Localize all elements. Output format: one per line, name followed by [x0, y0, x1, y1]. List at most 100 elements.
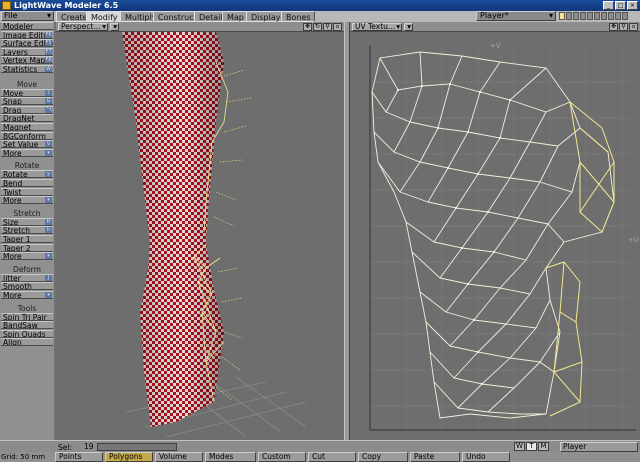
- tool-label: Stretch: [3, 226, 31, 235]
- tool-stretch[interactable]: Stretch h: [1, 226, 53, 235]
- grid-label: Grid:: [1, 453, 19, 461]
- points-button[interactable]: Points: [55, 452, 103, 462]
- wtm-buttons: WTM: [514, 442, 549, 451]
- tool-align[interactable]: Align: [1, 338, 53, 347]
- layer-button[interactable]: [566, 12, 572, 20]
- shortcut-key: y: [45, 171, 52, 178]
- title-bar: LightWave Modeler 6.5 _ □ ×: [0, 0, 640, 11]
- tab-display[interactable]: Display: [246, 11, 285, 22]
- tool-more[interactable]: More ▾: [1, 196, 53, 205]
- view-mode-select[interactable]: UV Textu... ▾: [352, 23, 402, 31]
- layer-button[interactable]: [580, 12, 586, 20]
- tool-spin-tri-pair[interactable]: Spin Tri Pair: [1, 312, 53, 321]
- info-slider[interactable]: [97, 443, 177, 451]
- section-heading: Rotate: [14, 161, 40, 171]
- modes-button[interactable]: Modes: [205, 452, 256, 462]
- zoom-view-icon[interactable]: ⚲: [323, 23, 332, 31]
- layer-button[interactable]: [615, 12, 621, 20]
- tool-set-value[interactable]: Set Value V: [1, 140, 53, 149]
- shortcut-key: ▾: [45, 253, 52, 260]
- minimize-icon[interactable]: _: [603, 1, 614, 10]
- tool-drag[interactable]: Drag ^t: [1, 105, 53, 114]
- mode-button-t[interactable]: T: [526, 442, 537, 451]
- shortcut-key: t: [45, 89, 52, 96]
- view-mode-select[interactable]: Perspect... ▾: [58, 23, 108, 31]
- tool-layers[interactable]: Layers F7: [1, 47, 53, 56]
- tool-bandsaw[interactable]: BandSaw: [1, 321, 53, 330]
- render-mode-select[interactable]: ▾: [404, 23, 413, 31]
- tool-taper-2[interactable]: Taper 2: [1, 243, 53, 252]
- bottom-toolbar: Grid: 50 mm Points Polygons Volume Modes Cus…: [0, 452, 640, 462]
- move-view-icon[interactable]: ✥: [303, 23, 312, 31]
- window-controls: _ □ ×: [603, 1, 638, 10]
- render-mode-select[interactable]: ▾: [110, 23, 119, 31]
- undo-button[interactable]: Undo: [462, 452, 510, 462]
- copy-button[interactable]: Copy: [358, 452, 408, 462]
- polygons-button[interactable]: Polygons: [105, 452, 153, 462]
- tool-surface-editor[interactable]: Surface Editor F5: [1, 39, 53, 48]
- rotate-view-icon[interactable]: ↻: [313, 23, 322, 31]
- tool-smooth[interactable]: Smooth: [1, 282, 53, 291]
- tool-move[interactable]: Move t: [1, 88, 53, 97]
- tool-snap[interactable]: Snap G: [1, 97, 53, 106]
- maximize-view-icon[interactable]: ▫: [333, 23, 342, 31]
- tool-bend[interactable]: Bend: [1, 179, 53, 187]
- volume-button[interactable]: Volume: [155, 452, 203, 462]
- layer-button[interactable]: [587, 12, 593, 20]
- tool-spin-quads[interactable]: Spin Quads: [1, 329, 53, 338]
- tool-more[interactable]: More ▾: [1, 291, 53, 299]
- layer-select-status[interactable]: Player: [560, 442, 638, 452]
- viewport-nav: ✥ ↻ ⚲ ▫: [303, 23, 342, 31]
- tool-image-editor[interactable]: Image Editor F6: [1, 30, 53, 39]
- viewport-header: UV Textu... ▾ ▾ ✥ ⚲ ▫: [350, 22, 640, 32]
- layer-button[interactable]: [559, 12, 565, 20]
- tool-modeler[interactable]: Modeler: [1, 22, 53, 30]
- chevron-down-icon: ▾: [407, 22, 411, 31]
- maximize-view-icon[interactable]: ▫: [629, 23, 638, 31]
- layer-button[interactable]: [594, 12, 600, 20]
- chevron-down-icon: ▾: [102, 22, 106, 31]
- layer-select[interactable]: Player* ▾: [476, 11, 556, 21]
- layer-button[interactable]: [573, 12, 579, 20]
- zoom-view-icon[interactable]: ⚲: [619, 23, 628, 31]
- perspective-canvas: [122, 32, 307, 438]
- tool-label: More: [3, 291, 22, 299]
- tool-label: Taper 1: [3, 235, 31, 243]
- tool-size[interactable]: Size H: [1, 217, 53, 226]
- maximize-icon[interactable]: □: [615, 1, 626, 10]
- tool-label: Taper 2: [3, 243, 31, 252]
- tool-taper-1[interactable]: Taper 1: [1, 235, 53, 243]
- uv-viewport[interactable]: UV Textu... ▾ ▾ ✥ ⚲ ▫ +V +U: [350, 22, 640, 440]
- view-mode-label: UV Textu...: [355, 22, 396, 31]
- paste-button[interactable]: Paste: [410, 452, 460, 462]
- move-view-icon[interactable]: ✥: [609, 23, 618, 31]
- layer-button[interactable]: [608, 12, 614, 20]
- tab-modify[interactable]: Modify: [86, 11, 122, 22]
- layer-button[interactable]: [622, 12, 628, 20]
- section-heading: Move: [16, 79, 38, 89]
- cut-button[interactable]: Cut: [308, 452, 356, 462]
- tool-rotate[interactable]: Rotate y: [1, 170, 53, 179]
- tool-label: Jitter: [3, 273, 21, 282]
- mode-button-w[interactable]: W: [514, 442, 525, 451]
- chevron-down-icon: ▾: [113, 22, 117, 31]
- tool-more[interactable]: More ▾: [1, 252, 53, 261]
- tool-more[interactable]: More ▾: [1, 148, 53, 157]
- perspective-viewport[interactable]: Perspect... ▾ ▾ ✥ ↻ ⚲ ▫: [56, 22, 344, 440]
- mode-button-m[interactable]: M: [538, 442, 549, 451]
- tab-map[interactable]: Map: [222, 11, 248, 22]
- tab-bones[interactable]: Bones: [281, 11, 315, 22]
- tool-magnet[interactable]: Magnet: [1, 123, 53, 131]
- tool-bgconform[interactable]: BGConform: [1, 131, 53, 140]
- layer-button[interactable]: [601, 12, 607, 20]
- file-menu[interactable]: File ▾: [1, 11, 54, 21]
- close-icon[interactable]: ×: [627, 1, 638, 10]
- custom-button[interactable]: Custom: [258, 452, 306, 462]
- tool-twist[interactable]: Twist: [1, 187, 53, 196]
- shortcut-key: J: [45, 274, 52, 281]
- tool-dragnet[interactable]: DragNet: [1, 114, 53, 123]
- tool-vertex-maps[interactable]: Vertex Maps F8: [1, 56, 53, 65]
- tool-jitter[interactable]: Jitter J: [1, 273, 53, 282]
- tool-statistics[interactable]: Statistics W: [1, 65, 53, 73]
- tool-label: Spin Tri Pair: [3, 312, 47, 321]
